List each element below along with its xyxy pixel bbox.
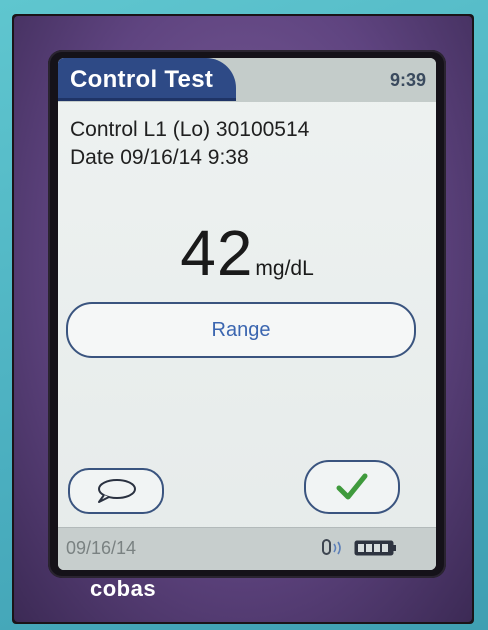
screen-title: Control Test: [70, 66, 214, 93]
comment-button[interactable]: [68, 468, 164, 514]
result-value: 42: [180, 217, 254, 289]
title-tab: Control Test: [58, 58, 236, 101]
battery-icon: [354, 540, 396, 556]
control-info: Control L1 (Lo) 30100514: [70, 118, 310, 141]
title-bar: Control Test 9:39: [58, 58, 436, 102]
comment-icon: [98, 479, 136, 503]
screen-bezel: Control Test 9:39 Control L1 (Lo) 301005…: [48, 50, 446, 578]
status-date: 09/16/14: [66, 538, 137, 558]
range-button-label: Range: [211, 318, 271, 341]
device-screen: Control Test 9:39 Control L1 (Lo) 301005…: [58, 58, 436, 570]
device-body: Control Test 9:39 Control L1 (Lo) 301005…: [14, 16, 472, 622]
cobas-logo: cobas: [90, 576, 157, 601]
photo-frame: Control Test 9:39 Control L1 (Lo) 301005…: [12, 14, 474, 624]
result-display: 42mg/dL: [58, 216, 436, 290]
confirm-button[interactable]: [304, 460, 400, 514]
microphone-icon: [322, 539, 341, 555]
range-button[interactable]: Range: [66, 302, 416, 358]
result-unit: mg/dL: [255, 257, 314, 280]
status-bar: 09/16/14: [58, 527, 436, 570]
control-date: Date 09/16/14 9:38: [70, 146, 249, 169]
clock-time: 9:39: [389, 70, 426, 90]
checkmark-icon: [336, 473, 368, 500]
